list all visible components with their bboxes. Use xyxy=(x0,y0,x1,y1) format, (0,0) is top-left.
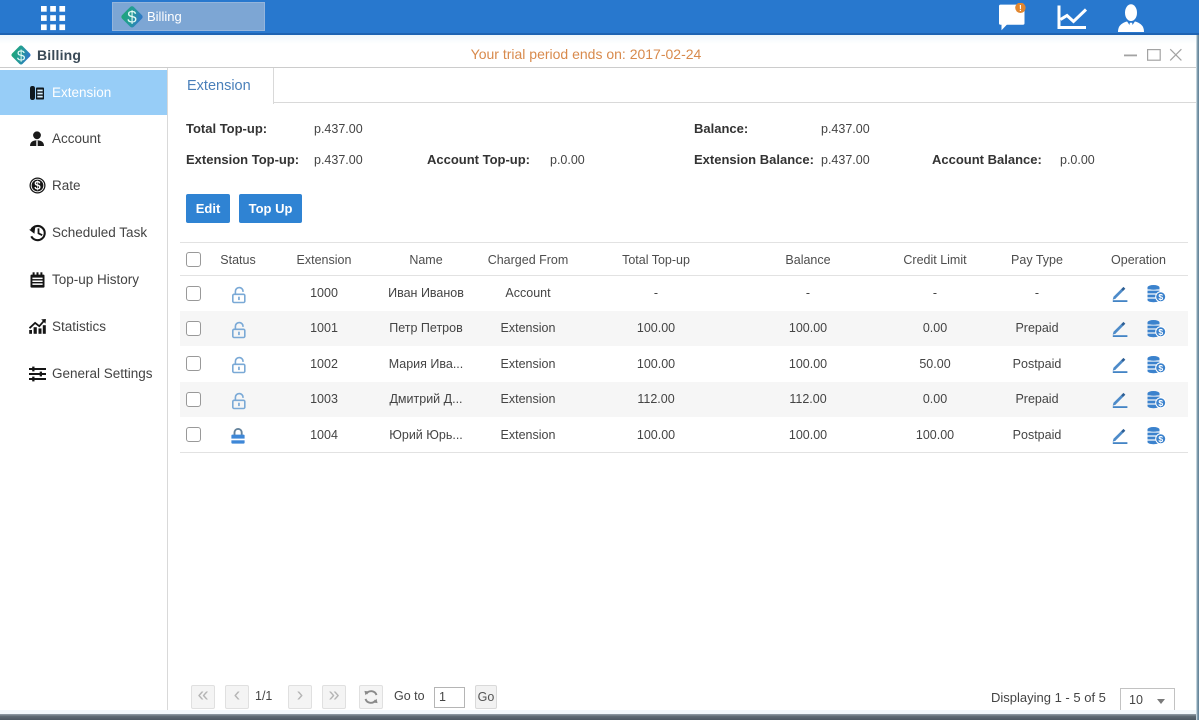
svg-text:$: $ xyxy=(34,181,41,193)
svg-text:$: $ xyxy=(127,8,137,27)
svg-text:!: ! xyxy=(1019,3,1022,13)
svg-text:$: $ xyxy=(1158,398,1163,408)
svg-text:$: $ xyxy=(1158,434,1163,444)
svg-text:$: $ xyxy=(1158,363,1163,373)
svg-text:$: $ xyxy=(1158,292,1163,302)
svg-text:$: $ xyxy=(1158,327,1163,337)
